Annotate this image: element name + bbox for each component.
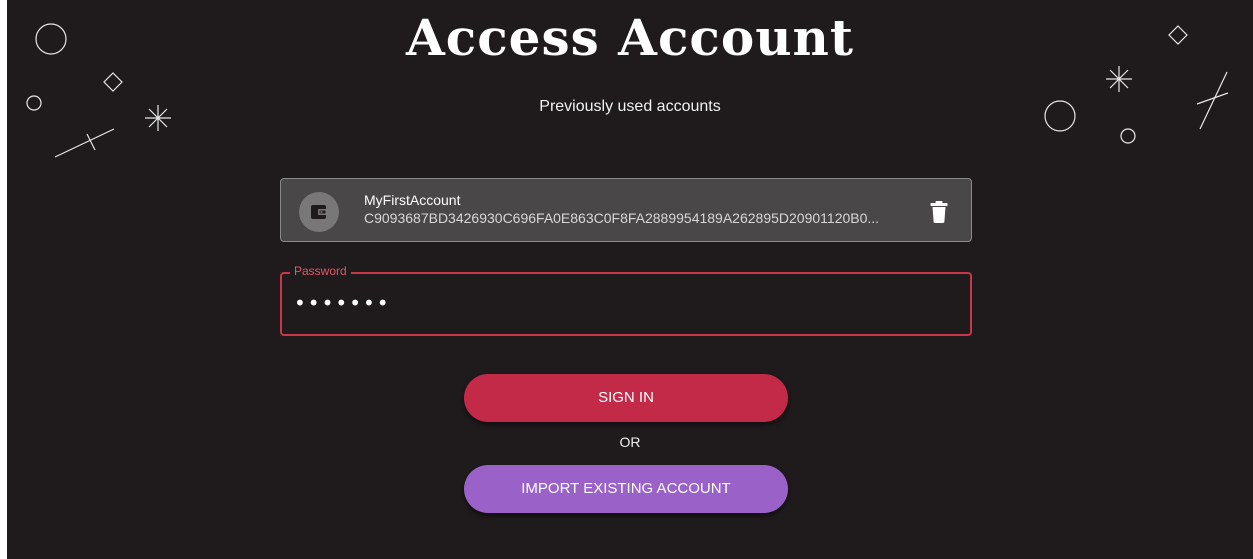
account-avatar [299,192,339,232]
saved-account-card[interactable]: MyFirstAccount C9093687BD3426930C696FA0E… [280,178,972,242]
password-field[interactable]: Password ••••••• [280,263,974,336]
wallet-icon [311,205,327,219]
import-account-button[interactable]: IMPORT EXISTING ACCOUNT [464,465,788,513]
page-title: Access Account [405,8,855,67]
password-input[interactable]: ••••••• [282,283,974,323]
sign-in-button[interactable]: SIGN IN [464,374,788,422]
access-account-screen: Access Account Previously used accounts … [7,0,1253,559]
account-address: C9093687BD3426930C696FA0E863C0F8FA288995… [364,210,880,226]
delete-account-button[interactable] [929,200,949,224]
or-separator: OR [619,434,641,450]
password-label: Password [290,263,351,279]
circle-decoration [1120,128,1136,144]
account-name: MyFirstAccount [364,192,461,208]
trash-icon [930,201,948,223]
previous-accounts-heading: Previously used accounts [539,98,721,115]
slash-decoration [54,128,115,158]
diamond-decoration [103,72,123,92]
